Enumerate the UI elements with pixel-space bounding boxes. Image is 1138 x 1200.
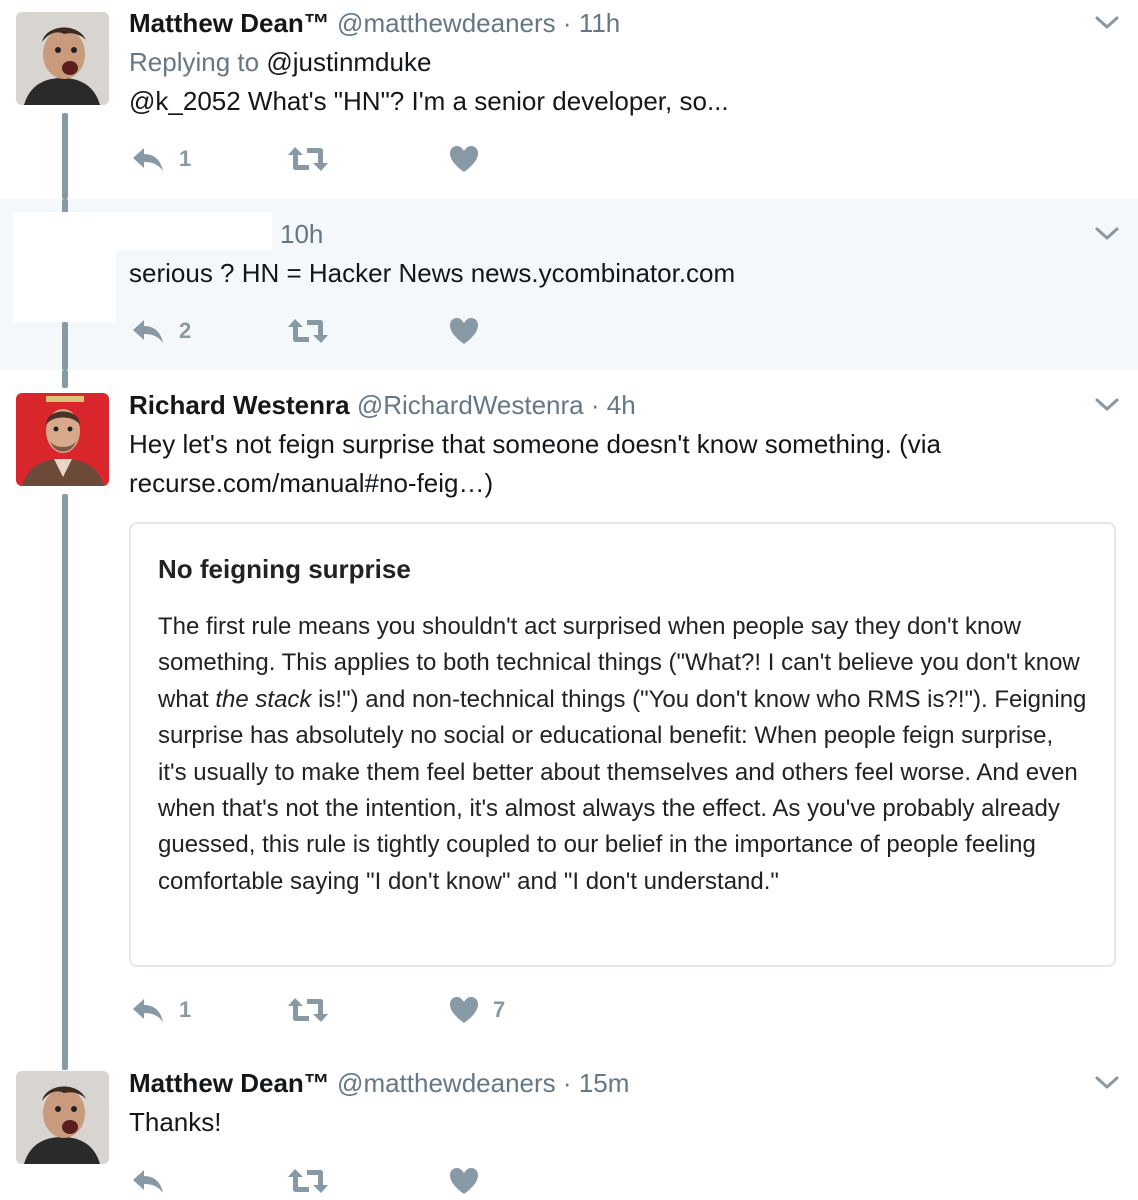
retweet-icon bbox=[288, 319, 328, 343]
card-body-text: is!") and non-technical things ("You don… bbox=[158, 685, 1087, 895]
redacted-name bbox=[115, 212, 272, 250]
reply-icon bbox=[133, 999, 163, 1022]
tweet-text: Hey let's not feign surprise that someon… bbox=[129, 425, 941, 503]
like-count: 7 bbox=[493, 997, 506, 1022]
thread-line bbox=[62, 494, 68, 1070]
reply-button[interactable]: 2 bbox=[131, 313, 191, 349]
like-button[interactable]: 7 bbox=[449, 992, 505, 1028]
timestamp[interactable]: 11h bbox=[579, 8, 620, 38]
like-button[interactable] bbox=[449, 141, 493, 177]
replying-to: Replying to @justinmduke bbox=[129, 47, 431, 77]
heart-icon bbox=[450, 146, 478, 172]
reply-icon bbox=[133, 148, 163, 171]
reply-button[interactable] bbox=[131, 1163, 179, 1199]
reply-count: 1 bbox=[179, 997, 192, 1022]
tweet[interactable]: Matthew Dean™ @matthewdeaners · 15m Than… bbox=[0, 1050, 1138, 1200]
tweet-header: Matthew Dean™ @matthewdeaners · 11h bbox=[129, 8, 620, 38]
avatar-photo bbox=[16, 393, 109, 486]
tweet-actions: 1 7 bbox=[131, 992, 531, 1028]
chevron-down-icon[interactable] bbox=[1094, 396, 1120, 414]
replying-to-label: Replying to bbox=[129, 47, 260, 77]
chevron-down-icon[interactable] bbox=[1094, 225, 1120, 243]
separator: · bbox=[562, 1068, 572, 1098]
reply-icon bbox=[133, 320, 163, 343]
thread-line bbox=[62, 1050, 68, 1068]
thread-line bbox=[62, 199, 68, 213]
username[interactable]: @RichardWestenra bbox=[357, 390, 584, 420]
chevron-down-icon[interactable] bbox=[1094, 14, 1120, 32]
separator: · bbox=[590, 390, 600, 420]
display-name[interactable]: Matthew Dean™ bbox=[129, 1068, 330, 1098]
reply-button[interactable]: 1 bbox=[131, 141, 191, 177]
replying-to-user[interactable]: @justinmduke bbox=[266, 47, 431, 77]
reply-button[interactable]: 1 bbox=[131, 992, 191, 1028]
like-button[interactable] bbox=[449, 1163, 493, 1199]
tweet-actions: 1 bbox=[131, 141, 531, 177]
thread-line bbox=[62, 322, 68, 370]
retweet-button[interactable] bbox=[287, 992, 343, 1028]
reply-count: 2 bbox=[179, 318, 192, 343]
retweet-button[interactable] bbox=[287, 141, 343, 177]
retweet-button[interactable] bbox=[287, 313, 343, 349]
card-title: No feigning surprise bbox=[158, 554, 411, 584]
separator: · bbox=[562, 8, 572, 38]
tweet-header: 10h bbox=[280, 219, 323, 249]
heart-icon bbox=[450, 997, 478, 1023]
avatar[interactable] bbox=[16, 12, 109, 105]
tweet-link[interactable]: recurse.com/manual#no-feig…) bbox=[129, 464, 941, 503]
tweet-header: Matthew Dean™ @matthewdeaners · 15m bbox=[129, 1068, 629, 1098]
tweet-text: @k_2052 What's "HN"? I'm a senior develo… bbox=[129, 86, 729, 116]
avatar-photo bbox=[16, 12, 109, 105]
timestamp[interactable]: 15m bbox=[579, 1068, 630, 1098]
thread-line bbox=[62, 113, 68, 199]
avatar[interactable] bbox=[16, 393, 109, 486]
reply-count: 1 bbox=[179, 146, 192, 171]
card-body: The first rule means you shouldn't act s… bbox=[158, 609, 1088, 900]
heart-icon bbox=[450, 1168, 478, 1194]
like-button[interactable] bbox=[449, 313, 493, 349]
tweet-actions bbox=[131, 1163, 531, 1199]
tweet[interactable]: Richard Westenra @RichardWestenra · 4h H… bbox=[0, 370, 1138, 1070]
tweet-actions: 2 bbox=[131, 313, 531, 349]
timestamp[interactable]: 4h bbox=[607, 390, 636, 420]
username[interactable]: @matthewdeaners bbox=[337, 1068, 556, 1098]
retweet-icon bbox=[288, 998, 328, 1022]
retweet-button[interactable] bbox=[287, 1163, 343, 1199]
tweet[interactable]: Matthew Dean™ @matthewdeaners · 11h Repl… bbox=[0, 0, 1138, 199]
retweet-icon bbox=[288, 147, 328, 171]
retweet-icon bbox=[288, 1169, 328, 1193]
reply-icon bbox=[133, 1170, 163, 1193]
display-name[interactable]: Matthew Dean™ bbox=[129, 8, 330, 38]
avatar[interactable] bbox=[13, 212, 116, 322]
tweet-text-line: Hey let's not feign surprise that someon… bbox=[129, 429, 942, 459]
quoted-image-card[interactable]: No feigning surprise The first rule mean… bbox=[129, 522, 1116, 967]
username[interactable]: @matthewdeaners bbox=[337, 8, 556, 38]
chevron-down-icon[interactable] bbox=[1094, 1074, 1120, 1092]
timestamp[interactable]: 10h bbox=[280, 219, 323, 249]
card-body-emphasis: the stack bbox=[215, 685, 312, 713]
heart-icon bbox=[450, 318, 478, 344]
avatar[interactable] bbox=[16, 1071, 109, 1164]
tweet-text: serious ? HN = Hacker News news.ycombina… bbox=[129, 258, 736, 288]
thread-line bbox=[62, 370, 68, 388]
avatar-photo bbox=[16, 1071, 109, 1164]
tweet-text: Thanks! bbox=[129, 1107, 222, 1137]
tweet-highlighted[interactable]: 10h serious ? HN = Hacker News news.ycom… bbox=[0, 199, 1138, 370]
tweet-header: Richard Westenra @RichardWestenra · 4h bbox=[129, 390, 636, 420]
display-name[interactable]: Richard Westenra bbox=[129, 390, 350, 420]
